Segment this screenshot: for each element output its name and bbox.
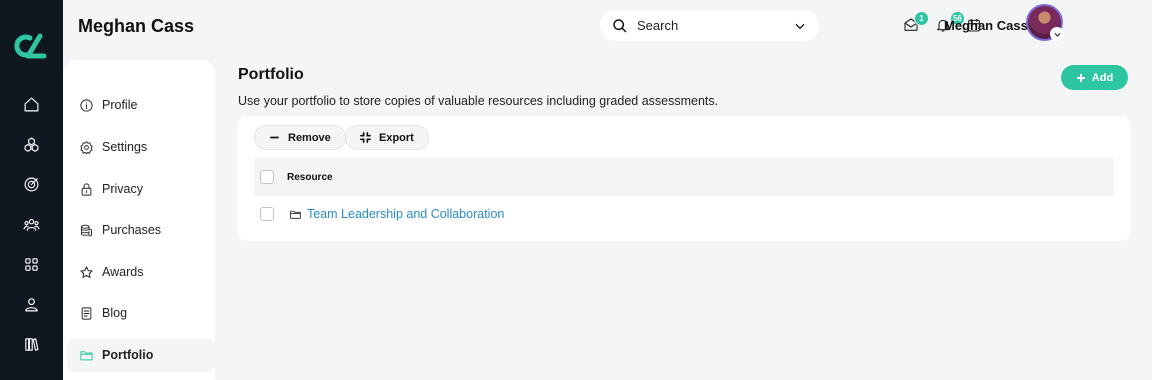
export-button-label: Export: [379, 131, 414, 144]
info-icon: [80, 98, 93, 112]
home-icon[interactable]: [21, 94, 41, 114]
sidebar-item-label: Settings: [102, 140, 148, 154]
sidebar-item-purchases[interactable]: Purchases: [67, 213, 215, 247]
people-icon[interactable]: [21, 214, 41, 234]
gear-icon: [80, 140, 93, 154]
page-description: Use your portfolio to store copies of va…: [238, 94, 719, 108]
library-icon[interactable]: [21, 334, 41, 354]
coins-icon: [81, 224, 92, 236]
chevron-down-icon[interactable]: [1050, 27, 1064, 41]
table-header: Resource: [254, 158, 1114, 196]
minus-icon: [270, 136, 279, 139]
row-checkbox[interactable]: [260, 207, 274, 221]
sidebar-item-profile[interactable]: Profile: [67, 88, 215, 122]
plus-icon: [1076, 73, 1085, 82]
sidebar-item-portfolio[interactable]: Portfolio: [67, 338, 215, 372]
chevron-down-icon[interactable]: [793, 19, 807, 33]
search-bar[interactable]: Search: [600, 10, 819, 41]
user-icon[interactable]: [21, 294, 41, 314]
sidebar-item-label: Portfolio: [102, 348, 154, 362]
add-button-label: Add: [1091, 71, 1114, 84]
search-input[interactable]: Search: [637, 18, 793, 33]
sidebar-item-label: Awards: [102, 265, 144, 279]
grid-icon[interactable]: [21, 254, 41, 274]
select-all-checkbox[interactable]: [260, 170, 274, 184]
sidebar-item-blog[interactable]: Blog: [67, 296, 215, 330]
remove-button[interactable]: Remove: [254, 125, 346, 150]
table-row: Team Leadership and Collaboration: [254, 204, 1114, 224]
export-button[interactable]: Export: [345, 125, 429, 150]
page-title: Portfolio: [238, 66, 304, 83]
sidebar-item-label: Profile: [102, 98, 138, 112]
folder-icon: [80, 350, 93, 360]
column-header-resource: Resource: [287, 171, 333, 183]
sidebar-item-label: Privacy: [102, 182, 143, 196]
messages-badge: 1: [914, 11, 929, 26]
export-icon: [360, 132, 371, 143]
remove-button-label: Remove: [288, 131, 331, 144]
add-button[interactable]: Add: [1061, 65, 1128, 90]
star-icon: [80, 265, 93, 278]
resource-link[interactable]: Team Leadership and Collaboration: [307, 207, 504, 221]
page-header-title: Meghan Cass: [78, 16, 195, 36]
messages-button[interactable]: 1: [903, 11, 929, 35]
document-icon: [81, 306, 92, 320]
search-icon: [613, 18, 627, 33]
brand-logo[interactable]: [10, 30, 52, 62]
modules-icon[interactable]: [21, 134, 41, 154]
sidebar-item-label: Purchases: [102, 223, 162, 237]
sidebar-item-settings[interactable]: Settings: [67, 130, 215, 164]
sidebar-item-privacy[interactable]: Privacy: [67, 172, 215, 206]
portfolio-card: Remove Export Resource Team Leadership a…: [238, 116, 1130, 241]
app-rail: [0, 0, 63, 380]
target-icon[interactable]: [21, 174, 41, 194]
lock-icon: [81, 182, 92, 196]
user-name[interactable]: Meghan Cass: [944, 18, 1028, 33]
folder-icon: [290, 210, 301, 219]
sidebar-item-label: Blog: [102, 306, 128, 320]
sidebar-item-awards[interactable]: Awards: [67, 255, 215, 289]
